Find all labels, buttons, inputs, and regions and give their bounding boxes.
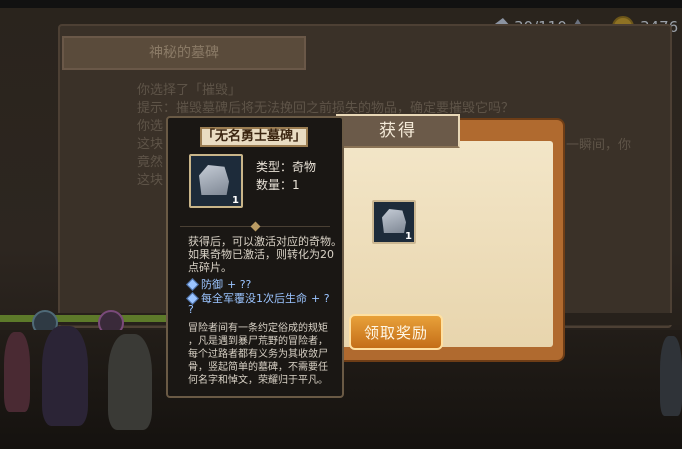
hero-character [660,336,682,416]
lore-line: 每个过路者都有义务为其收敛尸 [188,349,328,360]
party-hp-fill [0,315,170,322]
stat-value: + ? [311,291,330,305]
item-name: 「无名勇士墓碑」 [200,127,308,147]
stat-diamond-icon [186,277,199,291]
item-type: 类型：奇物 [256,160,317,174]
reward-item-count: 1 [405,231,412,242]
description-line: 如果奇物已激活，则转化为20 [188,248,334,261]
hero-character [108,334,152,430]
hero-character [42,326,88,426]
lore-line: ，凡是遇到暴尸荒野的冒险者， [188,336,328,347]
item-count: 1 [232,195,239,206]
reward-title: 获得 [336,114,460,148]
event-title: 神秘的墓碑 [62,36,306,70]
stat-row: 每全军覆没1次后生命 + ? [186,290,330,306]
description-line: 获得后，可以激活对应的奇物。 [188,235,342,248]
lore-line: 冒险者间有一条约定俗成的规矩 [188,323,328,334]
lore-line: 骨，竖起简单的墓碑，不需要任 [188,362,328,373]
description-line: 点碎片。 [188,261,232,274]
tombstone-icon [382,209,406,233]
item-description: 获得后，可以激活对应的奇物。 如果奇物已激活，则转化为20 点碎片。 [188,235,342,274]
item-quantity: 数量：1 [256,178,300,192]
tombstone-icon [199,165,229,195]
top-bar [0,0,682,8]
item-icon-slot: 1 [189,154,243,208]
stat-value: + ?? [227,277,252,291]
stat-label: 每全军覆没1次后生命 [201,292,307,305]
event-line: 你选择了「摧毁」 [137,83,242,98]
reward-item-slot[interactable]: 1 [372,200,416,244]
claim-reward-button[interactable]: 领取奖励 [349,314,443,350]
item-lore: 冒险者间有一条约定俗成的规矩 ，凡是遇到暴尸荒野的冒险者， 每个过路者都有义务为… [188,322,338,387]
event-text-fragment: 一瞬间，你 [566,138,632,153]
hero-character [4,332,30,412]
lore-line: 何名字和悼文，荣耀归于平凡。 [188,375,328,386]
stat-overflow: ? [188,303,194,316]
